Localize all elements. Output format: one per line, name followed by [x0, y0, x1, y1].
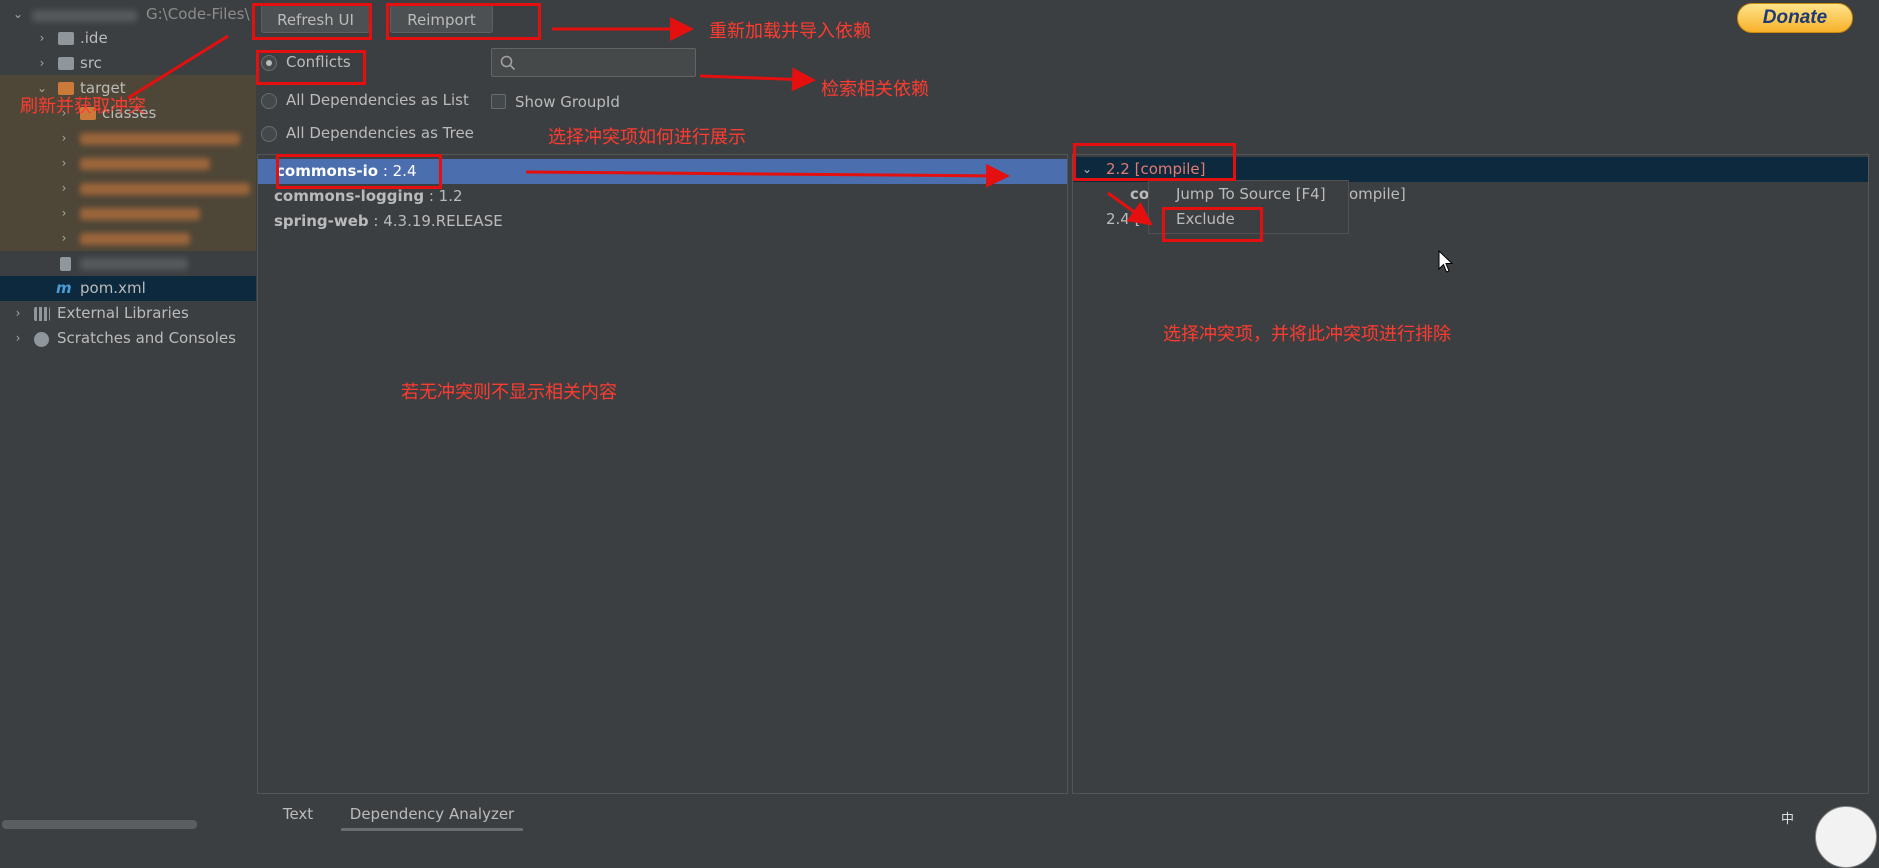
library-icon	[34, 307, 50, 321]
assistant-badge[interactable]	[1815, 806, 1877, 868]
dependency-version: : 4.3.19.RELEASE	[368, 212, 503, 230]
list-radio[interactable]	[261, 93, 277, 109]
blurred-file-name	[80, 258, 188, 270]
tree-root-path: G:\Code-Files\	[146, 5, 250, 23]
folder-icon	[58, 32, 74, 45]
annotation-box-refresh	[252, 3, 372, 40]
usages-tree[interactable]: ⌄ 2.2 [compile] co ompile] 2.4 [c	[1072, 154, 1869, 794]
tree-item-blurred[interactable]: ›	[0, 201, 256, 226]
tab-text[interactable]: Text	[278, 800, 318, 828]
blurred-folder-name	[80, 133, 240, 145]
tree-radio[interactable]	[261, 126, 277, 142]
tree-item-blurred[interactable]: ›	[0, 151, 256, 176]
chevron-right-icon[interactable]: ›	[57, 201, 71, 226]
chevron-right-icon[interactable]: ›	[57, 226, 71, 251]
tab-dependency-analyzer[interactable]: Dependency Analyzer	[341, 800, 523, 828]
chevron-right-icon[interactable]: ›	[11, 326, 25, 351]
tree-item-blurred-file[interactable]	[0, 251, 256, 276]
tree-item-scratches[interactable]: › Scratches and Consoles	[0, 326, 256, 351]
annotation-box-usage-header	[1073, 143, 1236, 181]
chevron-right-icon[interactable]: ›	[35, 51, 49, 76]
blurred-folder-name	[80, 208, 200, 220]
scratches-icon	[34, 332, 49, 347]
usage-child-suffix: ompile]	[1349, 185, 1406, 203]
annotation-refresh-note: 刷新并获取冲突	[20, 96, 146, 117]
chevron-right-icon[interactable]: ›	[35, 26, 49, 51]
mouse-cursor-icon	[1438, 250, 1454, 273]
tree-item-label: Scratches and Consoles	[57, 329, 236, 347]
annotation-search-note: 检索相关依赖	[821, 79, 929, 100]
blurred-folder-name	[80, 233, 190, 245]
annotation-box-exclude	[1162, 207, 1263, 242]
dependency-version: : 1.2	[424, 187, 463, 205]
ime-indicator: 中	[1781, 812, 1795, 827]
usage-second-label: 2.4 [c	[1106, 210, 1149, 228]
dependency-name: commons-logging	[274, 187, 425, 205]
tree-item-blurred[interactable]: ›	[0, 126, 256, 151]
active-tab-indicator	[341, 828, 523, 831]
tree-item-src[interactable]: › src	[0, 51, 256, 76]
tree-item-label: .ide	[80, 29, 108, 47]
chevron-right-icon[interactable]: ›	[57, 126, 71, 151]
project-tree-panel: ⌄ G:\Code-Files\ › .ide › src ⌄ target ›…	[0, 0, 256, 839]
tree-item-pom-xml[interactable]: m pom.xml	[0, 276, 256, 301]
tree-item-label: External Libraries	[57, 304, 189, 322]
tree-item-blurred[interactable]: ›	[0, 226, 256, 251]
search-input[interactable]	[520, 52, 694, 74]
horizontal-scrollbar[interactable]	[2, 820, 197, 829]
chevron-right-icon[interactable]: ›	[57, 176, 71, 201]
chevron-down-icon[interactable]: ⌄	[11, 2, 25, 27]
menu-item-jump-to-source[interactable]: Jump To Source [F4]	[1149, 182, 1348, 207]
usage-child-name: co	[1130, 185, 1150, 203]
chevron-right-icon[interactable]: ›	[57, 151, 71, 176]
blurred-folder-name	[80, 158, 210, 170]
tree-item-label: src	[80, 54, 102, 72]
show-groupid-checkbox[interactable]	[491, 94, 506, 109]
chevron-right-icon[interactable]: ›	[11, 301, 25, 326]
maven-icon: m	[56, 279, 72, 297]
annotation-reimport-note: 重新加载并导入依赖	[709, 21, 871, 42]
annotation-mode-note: 选择冲突项如何进行展示	[548, 127, 746, 148]
annotation-empty-note: 若无冲突则不显示相关内容	[401, 382, 617, 403]
annotation-exclude-note: 选择冲突项，并将此冲突项进行排除	[1163, 324, 1451, 345]
conflict-item-spring-web[interactable]: spring-web : 4.3.19.RELEASE	[258, 209, 1067, 234]
tree-item-blurred[interactable]: ›	[0, 176, 256, 201]
annotation-box-conflicts	[256, 50, 366, 85]
tree-item-external-libraries[interactable]: › External Libraries	[0, 301, 256, 326]
tree-radio-label[interactable]: All Dependencies as Tree	[286, 124, 474, 142]
tree-item-ide[interactable]: › .ide	[0, 26, 256, 51]
annotation-box-commons-io	[276, 154, 442, 189]
list-radio-label[interactable]: All Dependencies as List	[286, 91, 469, 109]
search-field[interactable]	[491, 48, 696, 77]
blurred-project-name	[32, 10, 137, 22]
search-icon	[500, 55, 516, 71]
blurred-folder-name	[80, 183, 250, 195]
file-icon	[60, 257, 71, 271]
folder-icon	[58, 57, 74, 70]
tree-root-row[interactable]: ⌄ G:\Code-Files\	[0, 2, 256, 27]
tree-item-label: pom.xml	[80, 279, 146, 297]
annotation-box-reimport	[386, 3, 541, 40]
show-groupid-label[interactable]: Show GroupId	[515, 93, 620, 111]
conflicts-list[interactable]: commons-io : 2.4 commons-logging : 1.2 s…	[257, 154, 1068, 794]
bottom-tabs: Text Dependency Analyzer	[257, 796, 1869, 839]
donate-button[interactable]: Donate	[1737, 3, 1853, 33]
dependency-name: spring-web	[274, 212, 369, 230]
